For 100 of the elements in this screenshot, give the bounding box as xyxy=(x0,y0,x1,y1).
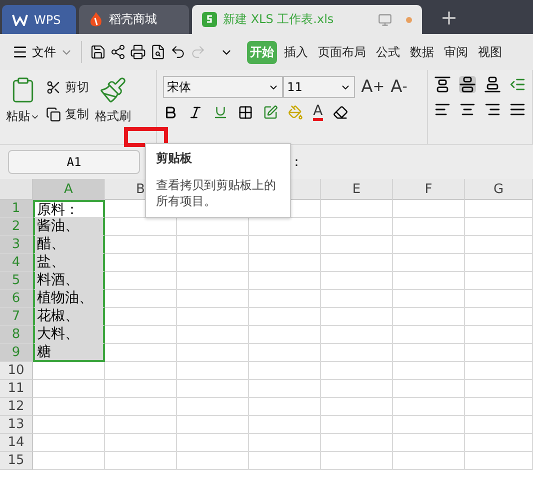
flame-icon xyxy=(89,12,103,28)
column-header[interactable]: F xyxy=(393,179,465,200)
app-tab[interactable]: 稻壳商城 xyxy=(79,5,189,34)
table-cell xyxy=(465,398,533,416)
table-cell xyxy=(249,344,321,362)
row-header[interactable]: 15 xyxy=(0,452,33,470)
bold-icon[interactable] xyxy=(163,105,178,120)
table-cell xyxy=(33,380,105,398)
table-cell xyxy=(393,398,465,416)
table-cell xyxy=(177,272,249,290)
table-cell xyxy=(249,236,321,254)
table-cell xyxy=(105,416,177,434)
table-cell xyxy=(33,434,105,452)
row-header[interactable]: 10 xyxy=(0,362,33,380)
font-color-button[interactable]: A xyxy=(313,104,323,121)
table-cell xyxy=(105,434,177,452)
menu-tab[interactable]: 审阅 xyxy=(441,40,471,64)
align-top-icon[interactable] xyxy=(434,76,451,93)
print-icon[interactable] xyxy=(130,44,146,60)
eraser-icon[interactable] xyxy=(332,105,348,120)
menu-tab[interactable]: 插入 xyxy=(281,40,311,64)
table-cell xyxy=(105,362,177,380)
table-cell xyxy=(33,362,105,380)
cut-button[interactable]: 剪切 xyxy=(46,76,89,98)
column-header[interactable]: E xyxy=(321,179,393,200)
table-cell xyxy=(321,200,393,218)
table-cell xyxy=(393,416,465,434)
copy-icon xyxy=(46,106,61,122)
table-cell xyxy=(249,308,321,326)
table-cell xyxy=(465,326,533,344)
table-cell xyxy=(465,290,533,308)
wps-logo-icon xyxy=(12,14,28,26)
paste-button[interactable]: 粘贴 xyxy=(6,76,40,144)
formula-field[interactable]: ： xyxy=(290,153,303,171)
table-cell xyxy=(393,308,465,326)
table-cell xyxy=(393,326,465,344)
align-right-icon[interactable] xyxy=(484,101,501,118)
table-cell xyxy=(177,380,249,398)
italic-icon[interactable] xyxy=(188,105,204,120)
table-cell xyxy=(177,362,249,380)
justify-icon[interactable] xyxy=(509,101,526,118)
table-cell xyxy=(465,236,533,254)
table-cell: 盐、 xyxy=(33,254,105,272)
row-header[interactable]: 11 xyxy=(0,380,33,398)
conditional-format-icon[interactable] xyxy=(263,105,278,120)
menu-tab[interactable]: 数据 xyxy=(407,40,437,64)
row-header[interactable]: 14 xyxy=(0,434,33,452)
table-cell xyxy=(177,326,249,344)
fill-color-icon[interactable] xyxy=(288,105,304,120)
table-cell xyxy=(177,290,249,308)
preview-icon[interactable] xyxy=(150,44,166,60)
table-cell xyxy=(177,398,249,416)
app-tab[interactable]: WPS xyxy=(2,5,76,34)
menu-tab[interactable]: 视图 xyxy=(475,40,505,64)
table-cell xyxy=(465,362,533,380)
monitor-icon xyxy=(378,12,392,26)
borders-icon[interactable] xyxy=(238,105,254,120)
copy-button[interactable]: 复制 xyxy=(46,103,89,125)
column-header[interactable]: G xyxy=(465,179,533,200)
table-cell xyxy=(465,308,533,326)
table-cell xyxy=(177,236,249,254)
table-cell xyxy=(393,290,465,308)
table-cell xyxy=(33,452,105,470)
table-cell xyxy=(249,434,321,452)
menu-icon[interactable] xyxy=(12,44,28,60)
align-bottom-icon[interactable] xyxy=(484,76,501,93)
menu-tab[interactable]: 公式 xyxy=(373,40,403,64)
share-icon[interactable] xyxy=(110,44,126,60)
table-cell xyxy=(393,452,465,470)
brush-icon xyxy=(99,76,127,104)
font-name-field[interactable]: 宋体 xyxy=(163,76,284,98)
row-header[interactable]: 12 xyxy=(0,398,33,416)
underline-icon[interactable] xyxy=(213,105,228,120)
align-left-icon[interactable] xyxy=(434,101,451,118)
font-size-field[interactable]: 11 xyxy=(283,76,356,98)
table-cell xyxy=(177,452,249,470)
table-cell xyxy=(393,254,465,272)
file-menu[interactable]: 文件 xyxy=(32,44,56,60)
save-icon[interactable] xyxy=(90,44,106,60)
align-middle-icon[interactable] xyxy=(459,76,476,93)
table-cell: 原料： xyxy=(33,200,105,218)
name-box[interactable]: A1 xyxy=(8,150,140,174)
table-cell xyxy=(249,398,321,416)
table-cell xyxy=(249,452,321,470)
table-cell xyxy=(249,326,321,344)
table-cell xyxy=(177,344,249,362)
align-center-icon[interactable] xyxy=(459,101,476,118)
table-cell xyxy=(249,362,321,380)
table-cell: 大料、 xyxy=(33,326,105,344)
table-cell: 醋、 xyxy=(33,236,105,254)
undo-icon[interactable] xyxy=(170,44,186,60)
menu-tab[interactable]: 页面布局 xyxy=(315,40,369,64)
table-cell xyxy=(465,434,533,452)
table-cell xyxy=(105,344,177,362)
format-painter-button[interactable]: 格式刷 xyxy=(95,76,131,144)
table-cell xyxy=(321,416,393,434)
row-header[interactable]: 13 xyxy=(0,416,33,434)
table-cell xyxy=(321,236,393,254)
indent-icon[interactable] xyxy=(509,76,526,93)
table-cell xyxy=(105,254,177,272)
